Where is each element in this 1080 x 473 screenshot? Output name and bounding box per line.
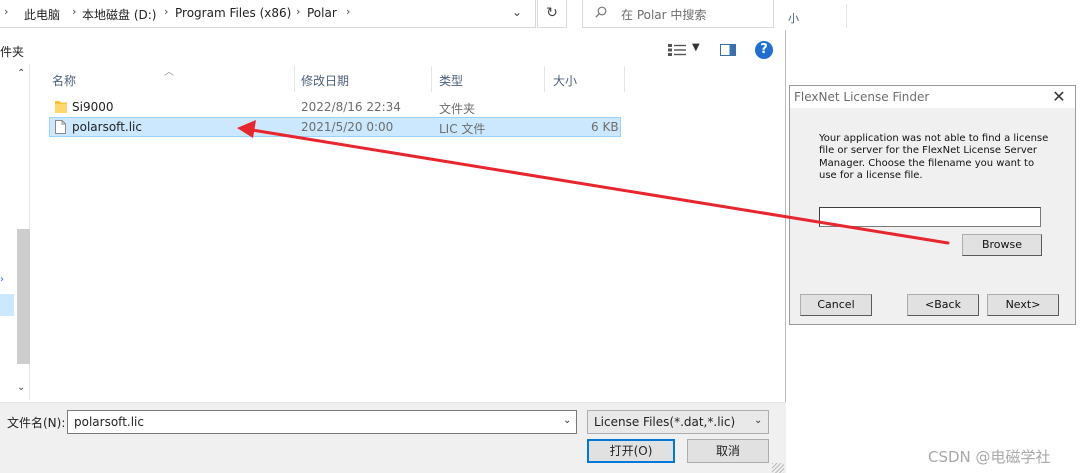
filename-label: 文件名(N):: [7, 416, 66, 430]
file-size: 6 KB: [591, 120, 619, 134]
resize-grip-icon[interactable]: [772, 463, 784, 473]
background-column-header: 小: [788, 12, 799, 25]
sort-ascending-icon: ︿: [164, 67, 174, 78]
view-options-chevron-down-icon[interactable]: ▼: [692, 42, 700, 53]
breadcrumb-item-program-files[interactable]: Program Files (x86): [175, 6, 291, 20]
breadcrumb-separator-icon[interactable]: ›: [72, 5, 76, 18]
file-type: 文件夹: [439, 102, 476, 116]
column-divider[interactable]: [431, 66, 432, 92]
breadcrumb-item-this-pc[interactable]: 此电脑: [24, 6, 60, 23]
new-folder-button[interactable]: 件夹: [0, 43, 24, 60]
filename-chevron-down-icon[interactable]: ⌄: [563, 415, 571, 426]
file-row-si9000[interactable]: Si9000 2022/8/16 22:34 文件夹: [49, 97, 621, 117]
breadcrumb-item-drive-d[interactable]: 本地磁盘 (D:): [82, 6, 156, 23]
help-icon[interactable]: ?: [755, 41, 773, 59]
file-type: LIC 文件: [439, 122, 486, 136]
breadcrumb-separator-icon[interactable]: ›: [164, 5, 168, 18]
folder-icon: [55, 101, 67, 113]
address-history-chevron-down-icon[interactable]: ⌄: [512, 5, 522, 19]
column-header-modified[interactable]: 修改日期: [301, 72, 349, 89]
cancel-button[interactable]: 取消: [687, 439, 769, 463]
background-column-divider: [846, 4, 847, 28]
flexnet-message: Your application was not able to find a …: [819, 133, 1049, 181]
file-icon: [55, 120, 66, 134]
file-type-filter-value: License Files(*.dat,*.lic): [594, 415, 736, 429]
filename-input[interactable]: [67, 410, 577, 434]
breadcrumb-separator-icon[interactable]: ›: [346, 5, 350, 18]
close-icon[interactable]: ✕: [1048, 87, 1070, 106]
address-row: › 此电脑 › 本地磁盘 (D:) › Program Files (x86) …: [0, 0, 786, 30]
breadcrumb-item-polar[interactable]: Polar: [307, 6, 337, 20]
file-type-filter-select[interactable]: License Files(*.dat,*.lic) ⌄: [587, 410, 769, 434]
flexnet-cancel-button[interactable]: Cancel: [800, 294, 872, 316]
scroll-up-chevron-icon[interactable]: ⌃: [17, 68, 25, 79]
flexnet-title: FlexNet License Finder: [794, 90, 930, 104]
column-header-type[interactable]: 类型: [439, 72, 463, 89]
navigation-pane[interactable]: ⌃ › ⌄: [0, 64, 30, 400]
column-divider[interactable]: [294, 66, 295, 92]
scroll-down-chevron-icon[interactable]: ⌄: [17, 382, 25, 393]
filter-chevron-down-icon: ⌄: [754, 415, 763, 426]
search-icon: [595, 6, 607, 18]
breadcrumb-separator-icon[interactable]: ›: [296, 5, 300, 18]
column-divider[interactable]: [544, 66, 545, 92]
license-path-input[interactable]: [819, 207, 1041, 227]
dialog-footer: 文件名(N): ⌄ License Files(*.dat,*.lic) ⌄ 打…: [0, 402, 786, 473]
scrollbar-thumb[interactable]: [17, 229, 30, 364]
flexnet-titlebar[interactable]: FlexNet License Finder ✕: [790, 86, 1075, 108]
browse-button[interactable]: Browse: [962, 234, 1042, 256]
back-button[interactable]: <Back: [907, 294, 979, 316]
refresh-icon[interactable]: ↻: [537, 0, 567, 28]
file-modified: 2022/8/16 22:34: [301, 100, 401, 114]
nav-pane-chevron-icon[interactable]: ›: [0, 274, 4, 285]
file-name: Si9000: [72, 100, 114, 114]
file-list-header: ︿ 名称 修改日期 类型 大小: [44, 66, 784, 92]
file-name: polarsoft.lic: [72, 120, 142, 134]
address-bar[interactable]: › 此电脑 › 本地磁盘 (D:) › Program Files (x86) …: [0, 0, 536, 28]
column-header-name[interactable]: 名称: [52, 72, 76, 89]
search-placeholder: 在 Polar 中搜索: [621, 8, 707, 22]
column-divider[interactable]: [624, 66, 625, 92]
view-icon[interactable]: [668, 44, 686, 56]
next-button[interactable]: Next>: [987, 294, 1059, 316]
preview-pane-icon[interactable]: [720, 44, 736, 56]
open-button[interactable]: 打开(O): [587, 439, 675, 463]
column-header-size[interactable]: 大小: [553, 72, 577, 89]
nav-pane-selected-item[interactable]: [0, 294, 14, 316]
file-row-polarsoft-lic[interactable]: polarsoft.lic 2021/5/20 0:00 LIC 文件 6 KB: [49, 117, 621, 137]
watermark: CSDN @电磁学社: [928, 448, 1051, 466]
open-file-dialog: › 此电脑 › 本地磁盘 (D:) › Program Files (x86) …: [0, 0, 786, 473]
search-input[interactable]: 在 Polar 中搜索: [582, 0, 774, 28]
file-modified: 2021/5/20 0:00: [301, 120, 394, 134]
toolbar: 件夹 ▼ ?: [0, 36, 786, 64]
flexnet-license-finder-dialog: FlexNet License Finder ✕ Your applicatio…: [789, 85, 1076, 325]
breadcrumb-separator-icon[interactable]: ›: [4, 5, 8, 18]
